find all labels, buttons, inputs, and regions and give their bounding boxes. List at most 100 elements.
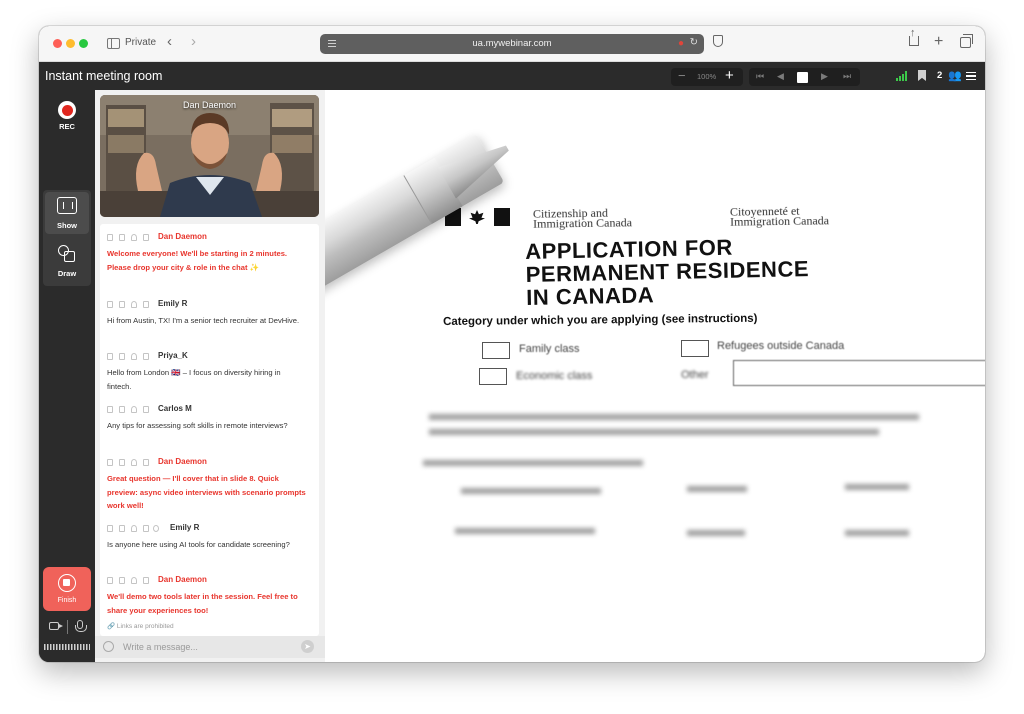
copy-icon[interactable] bbox=[107, 301, 113, 308]
last-slide-icon[interactable]: ⏭ bbox=[843, 71, 851, 82]
delete-icon[interactable] bbox=[119, 577, 125, 584]
reload-icon[interactable]: ↻ bbox=[690, 37, 698, 48]
copy-icon[interactable] bbox=[107, 577, 113, 584]
show-button[interactable]: Show bbox=[45, 192, 89, 234]
tool-panel: Show Draw bbox=[43, 190, 91, 286]
bookmark-icon[interactable] bbox=[143, 577, 149, 584]
message-text: Any tips for assessing soft skills in re… bbox=[107, 421, 288, 430]
speaker-name: Dan Daemon bbox=[182, 100, 237, 110]
room-title: Instant meeting room bbox=[45, 69, 163, 83]
forward-button[interactable]: › bbox=[191, 33, 196, 50]
other-field bbox=[733, 360, 985, 386]
minimize-window-button[interactable] bbox=[66, 39, 75, 48]
sidebar-toggle-icon[interactable] bbox=[107, 38, 120, 49]
presentation-stage[interactable]: Citizenship and Immigration Canada Citoy… bbox=[325, 90, 985, 662]
copy-icon[interactable] bbox=[107, 234, 113, 241]
tab-overview-icon[interactable] bbox=[960, 34, 973, 48]
draw-button[interactable]: Draw bbox=[45, 240, 89, 282]
message-author: Dan Daemon bbox=[158, 457, 207, 466]
delete-icon[interactable] bbox=[119, 234, 125, 241]
blurred-text-line bbox=[687, 530, 745, 536]
message-text: Hi from Austin, TX! I'm a senior tech re… bbox=[107, 316, 300, 325]
close-window-button[interactable] bbox=[53, 39, 62, 48]
emoji-icon[interactable] bbox=[103, 641, 114, 652]
bookmark-icon[interactable] bbox=[143, 234, 149, 241]
bookmark-icon[interactable] bbox=[143, 525, 149, 532]
record-label: REC bbox=[59, 122, 75, 131]
delete-icon[interactable] bbox=[119, 406, 125, 413]
pin-icon[interactable] bbox=[131, 234, 137, 241]
pin-icon[interactable] bbox=[131, 459, 137, 466]
zoom-out-button[interactable]: − bbox=[678, 68, 686, 83]
message-composer: ➤ bbox=[95, 636, 325, 658]
blurred-text-line bbox=[845, 484, 909, 490]
other-label: Other bbox=[681, 369, 709, 381]
draw-label: Draw bbox=[57, 269, 77, 278]
previous-slide-icon[interactable]: ◀ bbox=[777, 71, 784, 82]
blurred-text-line bbox=[429, 414, 919, 420]
pin-icon[interactable] bbox=[131, 406, 137, 413]
participant-count[interactable]: 2 bbox=[937, 70, 942, 81]
browser-window: Private ‹ › ua.mywebinar.com ● ↻ + Insta… bbox=[39, 26, 985, 662]
pin-icon[interactable] bbox=[131, 353, 137, 360]
share-icon[interactable] bbox=[909, 27, 919, 46]
family-class-label: Family class bbox=[519, 343, 580, 355]
address-bar[interactable]: ua.mywebinar.com ● ↻ bbox=[320, 34, 704, 54]
finish-button[interactable]: Finish bbox=[43, 567, 91, 611]
chat-message: Carlos M Any tips for assessing soft ski… bbox=[107, 404, 307, 433]
delete-icon[interactable] bbox=[119, 459, 125, 466]
pin-icon[interactable] bbox=[131, 577, 137, 584]
links-note-text: Links are prohibited bbox=[116, 623, 174, 630]
clock-icon[interactable] bbox=[153, 525, 159, 532]
back-button[interactable]: ‹ bbox=[167, 33, 172, 50]
first-slide-icon[interactable]: ⏮ bbox=[756, 71, 764, 82]
bookmark-icon[interactable] bbox=[143, 459, 149, 466]
url-text[interactable]: ua.mywebinar.com bbox=[320, 38, 704, 49]
delete-icon[interactable] bbox=[119, 353, 125, 360]
copy-icon[interactable] bbox=[107, 525, 113, 532]
bookmark-icon[interactable] bbox=[143, 406, 149, 413]
tool-rail: REC Show Draw Finish bbox=[39, 90, 95, 662]
refugees-checkbox bbox=[681, 340, 709, 357]
message-text: We'll demo two tools later in the sessio… bbox=[107, 592, 298, 615]
bookmark-icon[interactable] bbox=[143, 353, 149, 360]
new-tab-icon[interactable]: + bbox=[934, 33, 943, 51]
record-button[interactable]: REC bbox=[47, 98, 87, 138]
copy-icon[interactable] bbox=[107, 406, 113, 413]
microphone-recording-icon[interactable]: ● bbox=[678, 38, 684, 49]
message-author: Emily R bbox=[158, 299, 188, 308]
links-prohibited-note: 🔗 Links are prohibited bbox=[107, 623, 174, 630]
speaker-video[interactable]: Dan Daemon bbox=[100, 95, 319, 217]
copy-icon[interactable] bbox=[107, 459, 113, 466]
camera-icon[interactable] bbox=[49, 622, 63, 630]
chat-message: Priya_K Hello from London 🇬🇧 – I focus o… bbox=[107, 351, 307, 393]
blurred-text-line bbox=[455, 528, 595, 534]
delete-icon[interactable] bbox=[119, 301, 125, 308]
chat-messages[interactable]: Dan Daemon Welcome everyone! We'll be st… bbox=[100, 224, 319, 636]
delete-icon[interactable] bbox=[119, 525, 125, 532]
bookmark-icon[interactable] bbox=[143, 301, 149, 308]
chat-message: Emily R Is anyone here using AI tools fo… bbox=[107, 523, 307, 552]
record-icon bbox=[58, 101, 76, 119]
chat-message: Dan Daemon We'll demo two tools later in… bbox=[107, 575, 307, 617]
pin-icon[interactable] bbox=[131, 525, 137, 532]
pin-icon[interactable] bbox=[131, 301, 137, 308]
send-icon[interactable]: ➤ bbox=[301, 640, 314, 653]
slide-thumbnail-icon[interactable] bbox=[797, 72, 808, 83]
side-panel: Dan Daemon Dan Daemon Welcome everyone! … bbox=[95, 90, 325, 662]
participants-icon[interactable]: 👥 bbox=[948, 69, 962, 82]
menu-icon[interactable] bbox=[966, 72, 976, 80]
copy-icon[interactable] bbox=[107, 353, 113, 360]
microphone-icon[interactable] bbox=[75, 620, 87, 632]
finish-label: Finish bbox=[57, 597, 77, 604]
next-slide-icon[interactable]: ▶ bbox=[821, 71, 828, 82]
privacy-shield-icon[interactable] bbox=[713, 35, 723, 47]
message-author: Emily R bbox=[170, 523, 200, 532]
bookmark-icon[interactable] bbox=[918, 70, 926, 81]
zoom-window-button[interactable] bbox=[79, 39, 88, 48]
family-class-checkbox bbox=[482, 342, 510, 359]
zoom-in-button[interactable]: + bbox=[725, 67, 734, 84]
message-text: Welcome everyone! We'll be starting in 2… bbox=[107, 249, 288, 272]
chat-message: Emily R Hi from Austin, TX! I'm a senior… bbox=[107, 299, 307, 328]
message-input[interactable] bbox=[123, 640, 293, 654]
